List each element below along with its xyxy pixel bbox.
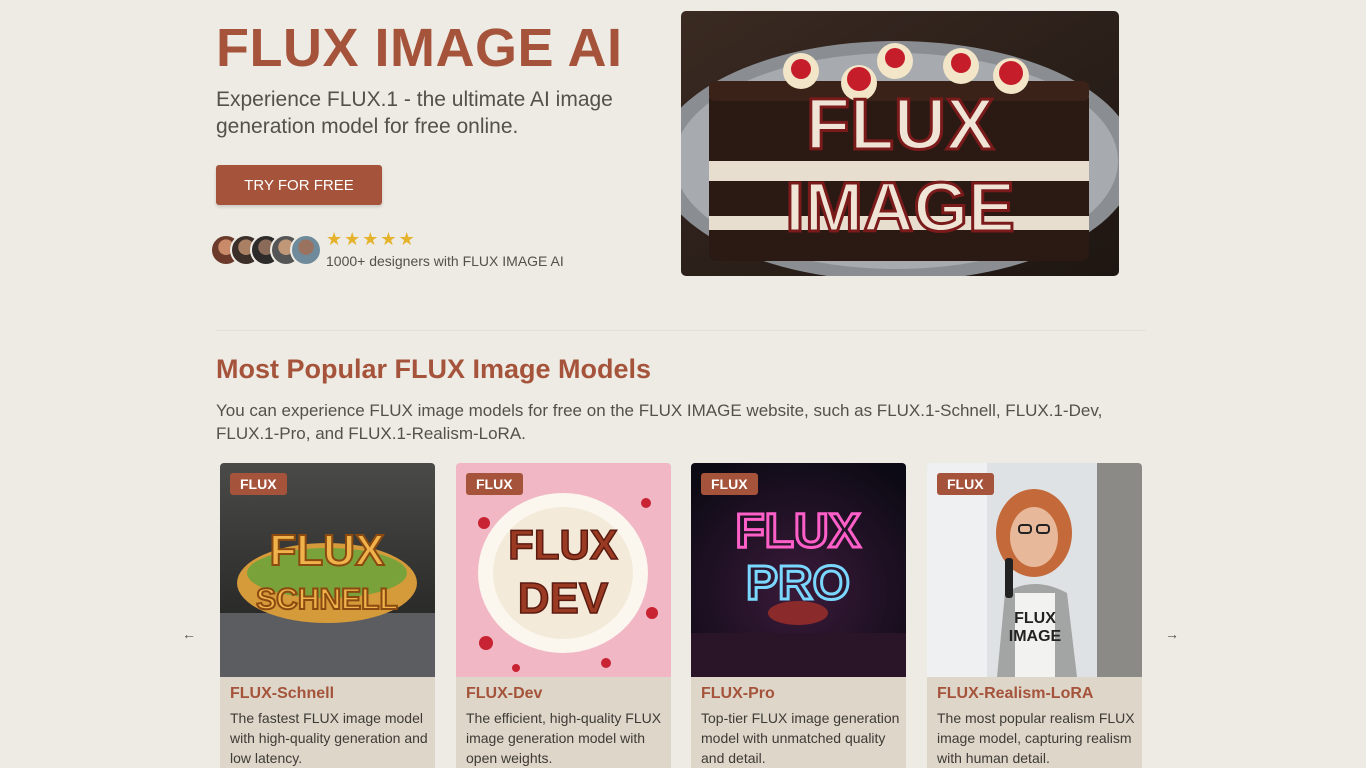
card-title[interactable]: FLUX-Pro — [701, 685, 775, 703]
models-section-title: Most Popular FLUX Image Models — [216, 354, 652, 384]
card-image: FLUX DEV FLUX — [456, 463, 671, 677]
card-badge: FLUX — [701, 473, 758, 495]
star-icon: ★ — [380, 229, 397, 249]
card-image-text: FLUX — [1014, 610, 1056, 627]
card-image-text: FLUX — [508, 521, 618, 568]
card-image-text: IMAGE — [1009, 628, 1062, 645]
designer-avatars — [210, 234, 322, 268]
card-image-text: FLUX — [735, 505, 860, 558]
hero-image: FLUX IMAGE — [681, 11, 1119, 276]
card-title[interactable]: FLUX-Schnell — [230, 685, 334, 703]
try-for-free-button[interactable]: TRY FOR FREE — [216, 165, 382, 205]
card-title[interactable]: FLUX-Dev — [466, 685, 542, 703]
card-description: The most popular realism FLUX image mode… — [937, 710, 1135, 766]
card-image: FLUX SCHNELL FLUX — [220, 463, 435, 677]
card-badge: FLUX — [466, 473, 523, 495]
arrow-right-icon[interactable]: → — [1162, 624, 1182, 644]
model-card-dev[interactable]: FLUX DEV FLUX FLUX-Dev The efficient, hi… — [456, 463, 671, 768]
rating-stars: ★ ★ ★ ★ ★ — [326, 229, 417, 251]
card-description: Top-tier FLUX image generation model wit… — [701, 710, 900, 766]
model-card-schnell[interactable]: FLUX SCHNELL FLUX FLUX-Schnell The faste… — [220, 463, 435, 768]
card-badge: FLUX — [937, 473, 994, 495]
star-icon: ★ — [344, 229, 361, 249]
card-badge: FLUX — [230, 473, 287, 495]
card-image-text: PRO — [746, 557, 850, 610]
section-divider — [216, 330, 1146, 331]
hero-image-text-top: FLUX — [806, 85, 994, 165]
card-image-text: SCHNELL — [256, 583, 398, 616]
model-card-realism-lora[interactable]: FLUX IMAGE FLUX FLUX-Realism-LoRA The mo… — [927, 463, 1142, 768]
hero-image-text-bottom: IMAGE — [785, 168, 1014, 246]
model-card-pro[interactable]: FLUX PRO FLUX FLUX-Pro Top-tier FLUX ima… — [691, 463, 906, 768]
card-description: The efficient, high-quality FLUX image g… — [466, 710, 662, 766]
avatar — [290, 234, 322, 266]
star-icon: ★ — [398, 229, 415, 249]
landing-page: FLUX IMAGE AI Experience FLUX.1 - the ul… — [0, 0, 1366, 768]
hero-subtitle: Experience FLUX.1 - the ultimate AI imag… — [216, 88, 613, 138]
card-image-text: DEV — [518, 574, 609, 623]
card-image: FLUX IMAGE FLUX — [927, 463, 1142, 677]
card-image: FLUX PRO FLUX — [691, 463, 906, 677]
hero-title: FLUX IMAGE AI — [216, 18, 623, 78]
card-image-text: FLUX — [270, 526, 385, 575]
designers-count-text: 1000+ designers with FLUX IMAGE AI — [326, 253, 564, 269]
card-description: The fastest FLUX image model with high-q… — [230, 710, 428, 766]
card-title[interactable]: FLUX-Realism-LoRA — [937, 685, 1093, 703]
models-section-description: You can experience FLUX image models for… — [216, 401, 1103, 443]
star-icon: ★ — [326, 229, 343, 249]
arrow-left-icon[interactable]: ← — [179, 624, 199, 644]
star-icon: ★ — [362, 229, 379, 249]
